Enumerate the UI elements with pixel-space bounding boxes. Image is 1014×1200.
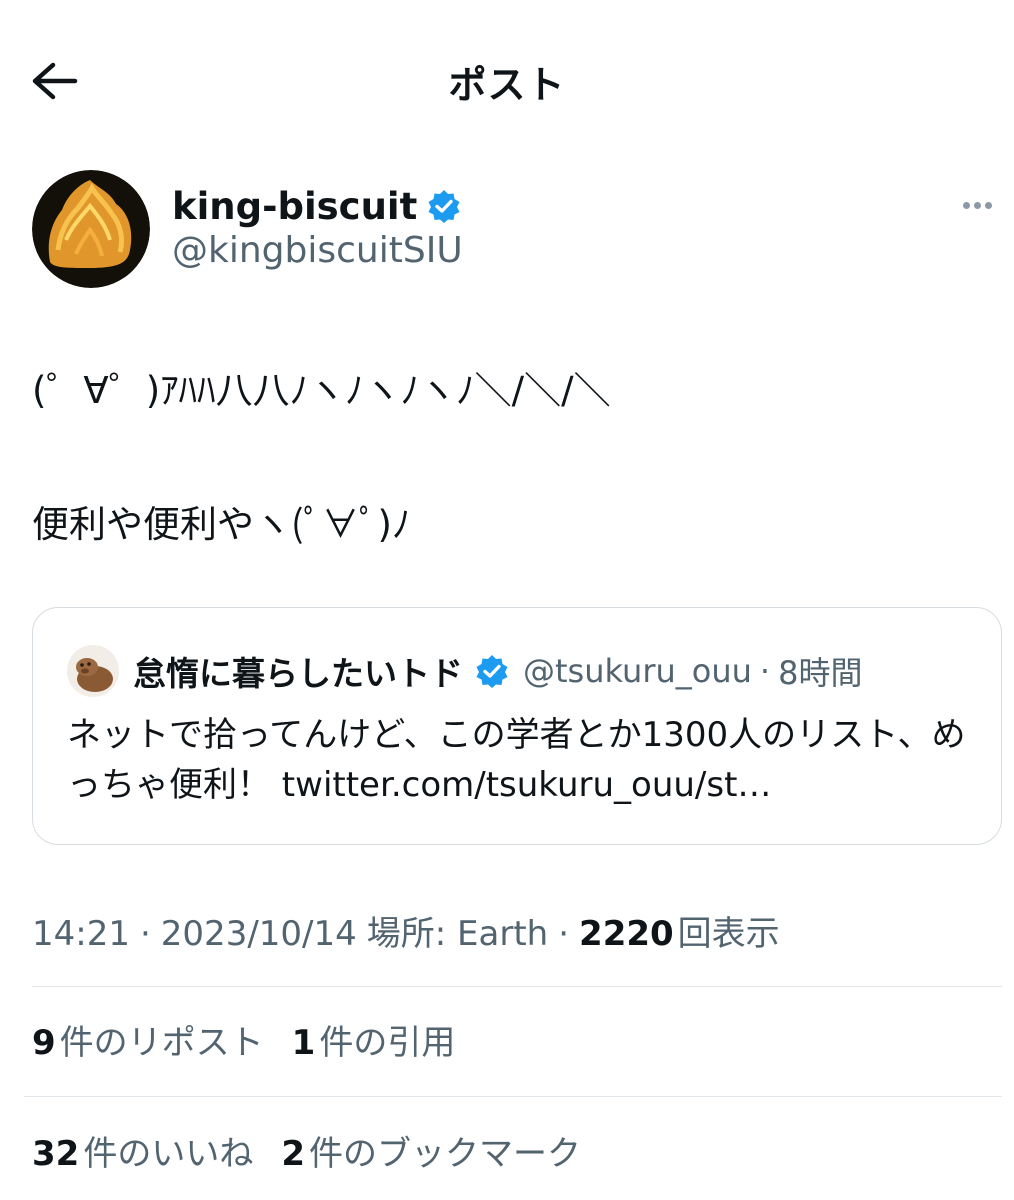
bookmarks-count: 2	[281, 1134, 305, 1174]
reposts-count: 9	[32, 1023, 56, 1063]
separator-dot: ·	[558, 914, 570, 954]
author-name[interactable]: king-biscuit	[172, 185, 417, 228]
like-stats-row: 32 件のいいね 2 件のブックマーク	[32, 1126, 609, 1175]
tweet-text-line: (゜∀゜)ｱﾊﾊ八八ﾉヽﾉヽﾉヽﾉ＼/＼/＼	[32, 369, 611, 412]
quotes-link[interactable]: 1 件の引用	[292, 1015, 456, 1064]
tweet-text-line: 便利や便利やヽ(ﾟ∀ﾟ)ﾉ	[32, 503, 411, 546]
more-dot-icon	[973, 201, 981, 209]
divider	[32, 986, 1002, 987]
quotes-label: 件の引用	[319, 1023, 456, 1063]
views-count: 2220	[579, 914, 674, 954]
header: ポスト	[0, 0, 1014, 160]
post-date[interactable]: 2023/10/14	[161, 914, 357, 954]
quoted-author-avatar	[67, 645, 119, 697]
bookmarks-link[interactable]: 2 件のブックマーク	[281, 1126, 581, 1175]
verified-badge-icon	[427, 189, 461, 223]
more-dot-icon	[984, 201, 992, 209]
quoted-post-time: 8時間	[778, 654, 863, 692]
likes-count: 32	[32, 1134, 80, 1174]
quotes-count: 1	[291, 1023, 316, 1063]
divider	[24, 1096, 1002, 1097]
post-time[interactable]: 14:21	[32, 914, 130, 954]
bookmarks-label: 件のブックマーク	[309, 1134, 581, 1174]
quoted-post-card[interactable]: 怠惰に暮らしたいトド @tsukuru_ouu · 8時間 ネットで拾ってんけど…	[32, 607, 1002, 845]
quoted-author-name: 怠惰に暮らしたいトド	[133, 654, 463, 693]
reposts-link[interactable]: 9 件のリポスト	[32, 1015, 264, 1064]
views-label: 回表示	[677, 914, 780, 954]
separator-dot: ·	[759, 652, 771, 690]
reposts-label: 件のリポスト	[59, 1023, 264, 1063]
quoted-post-header: 怠惰に暮らしたいトド @tsukuru_ouu · 8時間	[67, 645, 863, 697]
page-title: ポスト	[448, 63, 566, 107]
verified-badge-icon	[475, 654, 509, 688]
more-dot-icon	[962, 201, 970, 209]
likes-link[interactable]: 32 件のいいね	[32, 1126, 253, 1175]
separator-dot: ·	[139, 914, 151, 954]
author-name-row: king-biscuit	[172, 180, 461, 232]
likes-label: 件のいいね	[83, 1134, 254, 1174]
post-detail-page: ポスト king-biscuit @kingbiscuitSIU (゜∀゜)ｱﾊ…	[0, 0, 1014, 1200]
repost-stats-row: 9 件のリポスト 1 件の引用	[32, 1015, 483, 1064]
quoted-author-handle: @tsukuru_ouu	[523, 652, 752, 690]
author-avatar[interactable]	[32, 170, 150, 288]
author-handle[interactable]: @kingbiscuitSIU	[172, 230, 463, 271]
post-location: 場所: Earth	[366, 914, 549, 954]
post-meta: 14:21 · 2023/10/14 場所: Earth · 2220 回表示	[32, 906, 780, 955]
quoted-post-text: ネットで拾ってんけど、この学者とか1300人のリスト、めっちゃ便利！ twitt…	[67, 715, 966, 805]
more-options-button[interactable]	[952, 192, 1002, 218]
